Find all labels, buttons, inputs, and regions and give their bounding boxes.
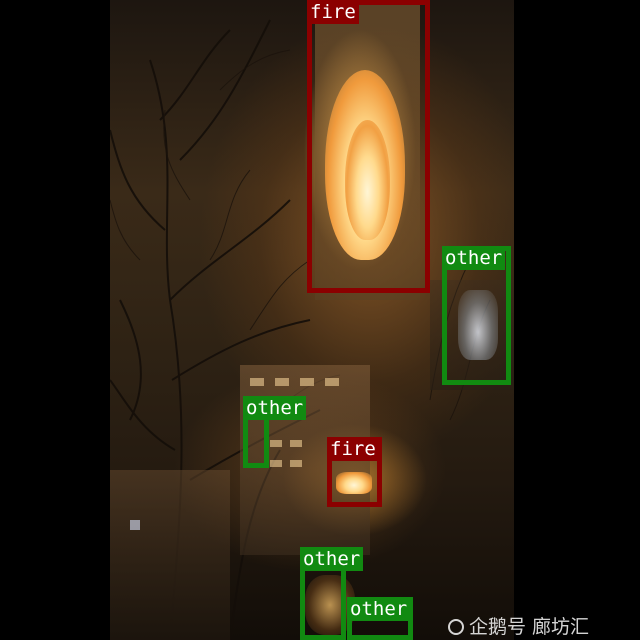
penguin-logo-icon: [448, 619, 464, 635]
detection-box-fire: fire: [307, 0, 430, 293]
detection-image: fire other other fire other other 企鹅号 廊坊…: [0, 0, 640, 640]
watermark-text: 企鹅号 廊坊汇: [469, 616, 590, 638]
detection-label: fire: [327, 437, 379, 461]
building-window: [270, 440, 282, 447]
building-window: [300, 378, 314, 386]
detection-label: other: [300, 547, 364, 571]
lower-building: [110, 470, 230, 640]
building-window: [290, 440, 302, 447]
detection-box-other: other: [300, 547, 364, 640]
watermark: 企鹅号 廊坊汇: [448, 614, 589, 640]
detection-label: other: [347, 597, 411, 621]
building-window: [275, 378, 289, 386]
building-window: [250, 378, 264, 386]
detection-box-other: other: [442, 246, 511, 385]
building-window: [130, 520, 140, 530]
detection-box-fire: fire: [327, 437, 382, 507]
building-window: [270, 460, 282, 467]
detection-label: other: [442, 246, 506, 270]
building-window: [325, 378, 339, 386]
detection-label: other: [243, 396, 307, 420]
detection-label: fire: [307, 0, 359, 24]
building-window: [290, 460, 302, 467]
detection-box-other: other: [243, 396, 307, 468]
detection-box-other: other: [347, 597, 413, 640]
